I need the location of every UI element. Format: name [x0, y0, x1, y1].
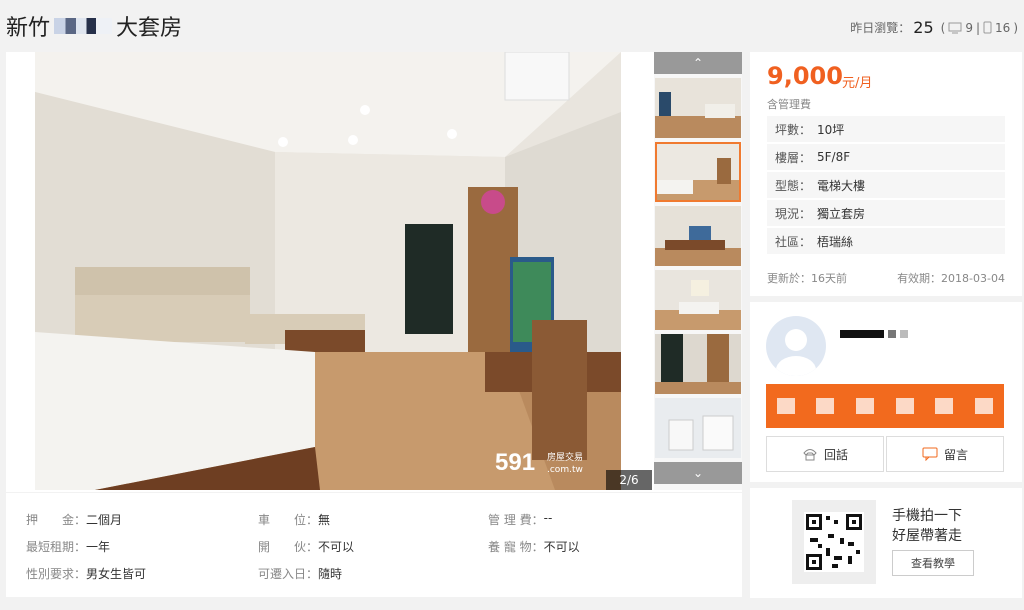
fee-note: 含管理費 [767, 98, 811, 111]
title-suffix: 大套房 [116, 16, 183, 41]
details-panel: 押 金： 二個月 車 位：無 管 理 費： -- 最短租期： 一年 開 伙： 不可以 養… [6, 493, 742, 597]
updated-text: 更新於：16天前 [767, 272, 847, 285]
detail-min-lease: 最短租期： 一年 [26, 540, 111, 554]
thumbnail-6[interactable] [655, 398, 741, 458]
attr-size: 坪數： 10坪 [767, 116, 1005, 142]
chevron-down-icon: ⌄ [692, 466, 704, 480]
detail-move-in: 可遷入日： 隨時 [258, 567, 343, 581]
thumbnail-5[interactable] [655, 334, 741, 394]
photo-gallery: 591 房屋交易 .com.tw 2/6 ⌃ ⌄ [6, 52, 742, 492]
price-panel: 9,000 元/月 含管理費 坪數： 10坪 樓層： 5F/8F 型態： 電梯大樓 現… [750, 52, 1022, 296]
price-unit: 元/月 [842, 76, 873, 91]
detail-deposit: 押 金： 二個月 [26, 513, 123, 527]
owner-name-redacted [840, 330, 908, 338]
phone-icon [803, 449, 817, 461]
title-prefix: 新竹 [6, 16, 51, 41]
avatar [766, 316, 826, 376]
thumbnail-4[interactable] [655, 270, 741, 330]
attr-community: 社區： 梧瑞絲 [767, 228, 1005, 254]
views-label: 昨日瀏覽： [850, 21, 911, 35]
main-photo[interactable]: 591 房屋交易 .com.tw [35, 52, 621, 490]
price-amount: 9,000 [767, 62, 843, 90]
attr-status: 現況： 獨立套房 [767, 200, 1005, 226]
qr-code [792, 500, 876, 584]
thumb-down-button[interactable]: ⌄ [654, 462, 742, 484]
attr-floor: 樓層： 5F/8F [767, 144, 1005, 170]
watermark-site: .com.tw [547, 465, 583, 475]
photo-page-indicator: 2/6 [606, 470, 652, 490]
mobile-icon [983, 21, 992, 34]
title-mosaic [54, 18, 113, 34]
view-stats: 昨日瀏覽： 25 ( 9 | 16 ) [850, 18, 1018, 37]
desktop-icon [948, 22, 962, 33]
page-header: 新竹 大套房 昨日瀏覽： 25 ( 9 | 16 ) [0, 0, 1024, 52]
message-button[interactable]: 留言 [886, 436, 1004, 472]
message-label: 留言 [943, 447, 968, 462]
mobile-count: 16 [995, 20, 1011, 35]
thumb-up-button[interactable]: ⌃ [654, 52, 742, 74]
qr-panel: 手機拍一下 好屋帶著走 查看教學 [750, 488, 1022, 598]
qr-caption: 手機拍一下 好屋帶著走 [892, 508, 962, 544]
detail-management-fee: 管 理 費： -- [488, 511, 553, 527]
detail-gender: 性別要求： 男女生皆可 [26, 567, 147, 581]
thumbnail-2[interactable] [655, 142, 741, 202]
chat-icon [922, 447, 938, 461]
detail-parking: 車 位：無 [258, 513, 331, 527]
owner-panel: 回話 留言 [750, 302, 1022, 482]
qr-tutorial-button[interactable]: 查看教學 [892, 550, 974, 576]
phone-number-button[interactable] [766, 384, 1004, 428]
thumbnail-strip: ⌃ ⌄ [654, 52, 742, 490]
pc-count: 9 [965, 20, 973, 35]
attribute-list: 坪數： 10坪 樓層： 5F/8F 型態： 電梯大樓 現況： 獨立套房 社區： 梧瑞絲 [767, 116, 1005, 256]
detail-cooking: 開 伙： 不可以 [258, 540, 355, 554]
views-count: 25 [913, 18, 934, 37]
watermark-number: 591 [495, 449, 535, 476]
watermark-label: 房屋交易 [547, 451, 583, 463]
call-label: 回話 [823, 447, 848, 462]
thumbnail-1[interactable] [655, 78, 741, 138]
detail-pets: 養 寵 物： 不可以 [488, 540, 580, 554]
listing-title: 新竹 大套房 [6, 10, 182, 42]
thumbnail-3[interactable] [655, 206, 741, 266]
call-button[interactable]: 回話 [766, 436, 884, 472]
expiry-text: 有效期：2018-03-04 [897, 272, 1005, 285]
chevron-up-icon: ⌃ [692, 56, 704, 70]
attr-type: 型態： 電梯大樓 [767, 172, 1005, 198]
